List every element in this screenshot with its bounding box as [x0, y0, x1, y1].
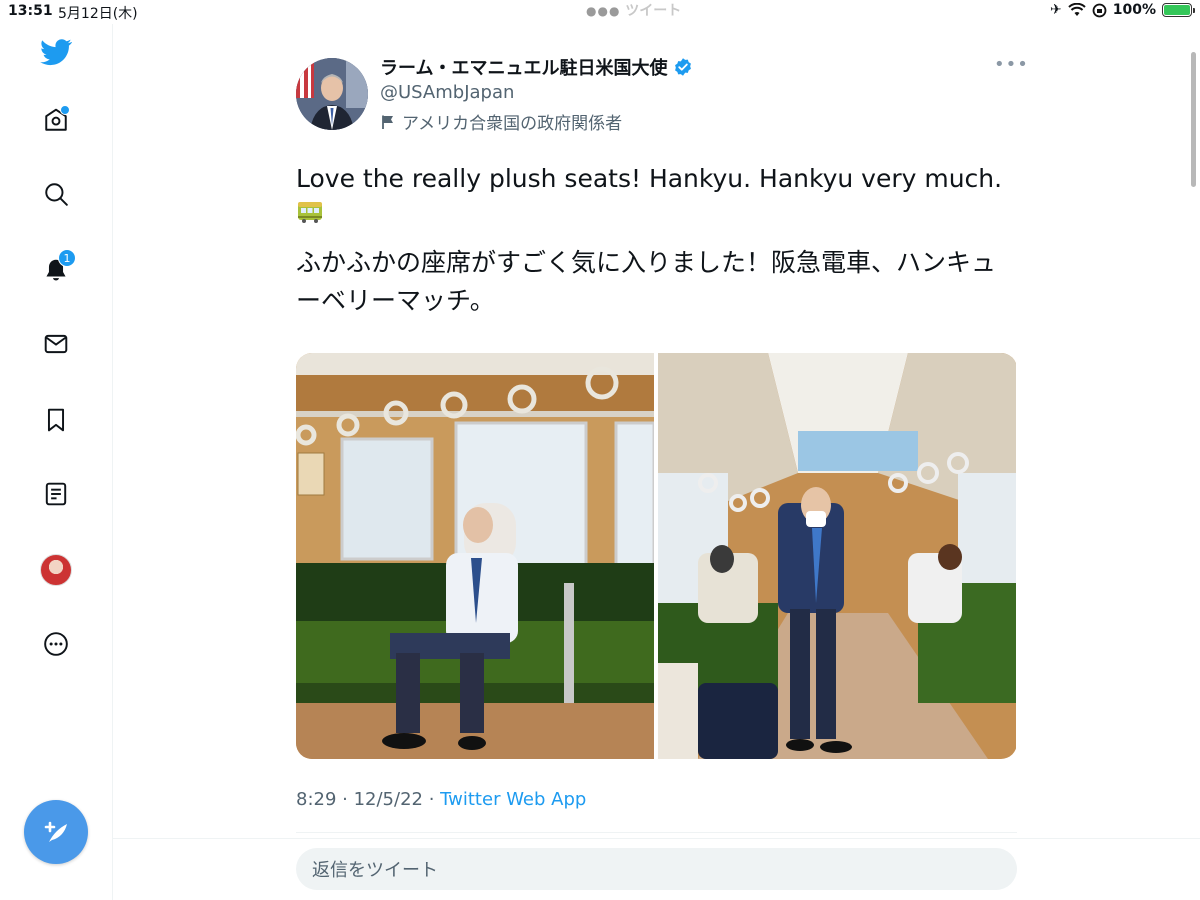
notifications-bell-icon[interactable]: 1: [32, 246, 80, 294]
notifications-badge: 1: [58, 249, 76, 267]
tweet-source-app[interactable]: Twitter Web App: [440, 789, 586, 810]
compose-feather-icon: [44, 821, 67, 842]
sidebar-nav: 1: [0, 24, 113, 900]
more-options-icon[interactable]: [32, 620, 80, 668]
author-name[interactable]: ラーム・エマニュエル駐日米国大使: [380, 54, 693, 80]
multitasking-dots-icon[interactable]: ●●●: [586, 4, 620, 18]
government-label[interactable]: アメリカ合衆国の政府関係者: [380, 109, 622, 134]
status-time: 13:51: [8, 3, 53, 19]
reply-input[interactable]: [310, 848, 994, 892]
author-handle[interactable]: @USAmbJapan: [380, 82, 514, 103]
status-center: ●●● ツイート: [586, 0, 681, 20]
divider: [296, 832, 1017, 833]
tweet-media-grid: [296, 353, 1017, 759]
airplane-icon: ✈: [1050, 2, 1062, 18]
twitter-logo-icon[interactable]: [32, 28, 80, 76]
tweet-meta: 8:29 · 12/5/22 · Twitter Web App: [296, 789, 586, 810]
author-name-text: ラーム・エマニュエル駐日米国大使: [380, 58, 668, 79]
status-right: ✈ 100%: [1050, 2, 1195, 18]
reply-bar: [296, 848, 1017, 892]
orientation-lock-icon: [1092, 3, 1107, 17]
author-avatar[interactable]: [296, 58, 368, 130]
divider: [112, 838, 1200, 839]
tweet-timestamp[interactable]: 8:29 · 12/5/22 ·: [296, 789, 440, 810]
tweet-text-english: Love the really plush seats! Hankyu. Han…: [296, 164, 1003, 193]
bookmark-icon[interactable]: [32, 396, 80, 444]
tweet-photo-standing[interactable]: [658, 353, 1016, 759]
battery-icon: [1162, 3, 1195, 17]
verified-badge-icon: [675, 58, 692, 76]
tweet-more-options-icon[interactable]: •••: [994, 54, 1029, 75]
home-icon[interactable]: [32, 96, 80, 144]
scrollbar[interactable]: [1191, 52, 1196, 187]
government-label-text: アメリカ合衆国の政府関係者: [402, 114, 623, 134]
status-bar: 13:51 5月12日(木) ●●● ツイート ✈ 100%: [0, 0, 1200, 24]
lists-icon[interactable]: [32, 470, 80, 518]
messages-envelope-icon[interactable]: [32, 320, 80, 368]
tweet-photo-seated[interactable]: [296, 353, 656, 759]
tweet-text-japanese: ふかふかの座席がすごく気に入りました！阪急電車、ハンキューベリーマッチ。: [296, 248, 997, 315]
compose-tweet-button[interactable]: [24, 800, 88, 864]
tram-emoji: [296, 198, 1016, 236]
battery-percent: 100%: [1112, 2, 1156, 18]
status-center-title: ツイート: [625, 3, 682, 19]
flag-icon: [382, 115, 393, 129]
search-icon[interactable]: [32, 170, 80, 218]
profile-avatar-icon[interactable]: [32, 546, 80, 594]
status-date: 5月12日(木): [58, 6, 138, 22]
wifi-icon: [1068, 3, 1086, 16]
tweet-text: Love the really plush seats! Hankyu. Han…: [296, 160, 1016, 320]
home-unread-dot: [60, 105, 70, 115]
